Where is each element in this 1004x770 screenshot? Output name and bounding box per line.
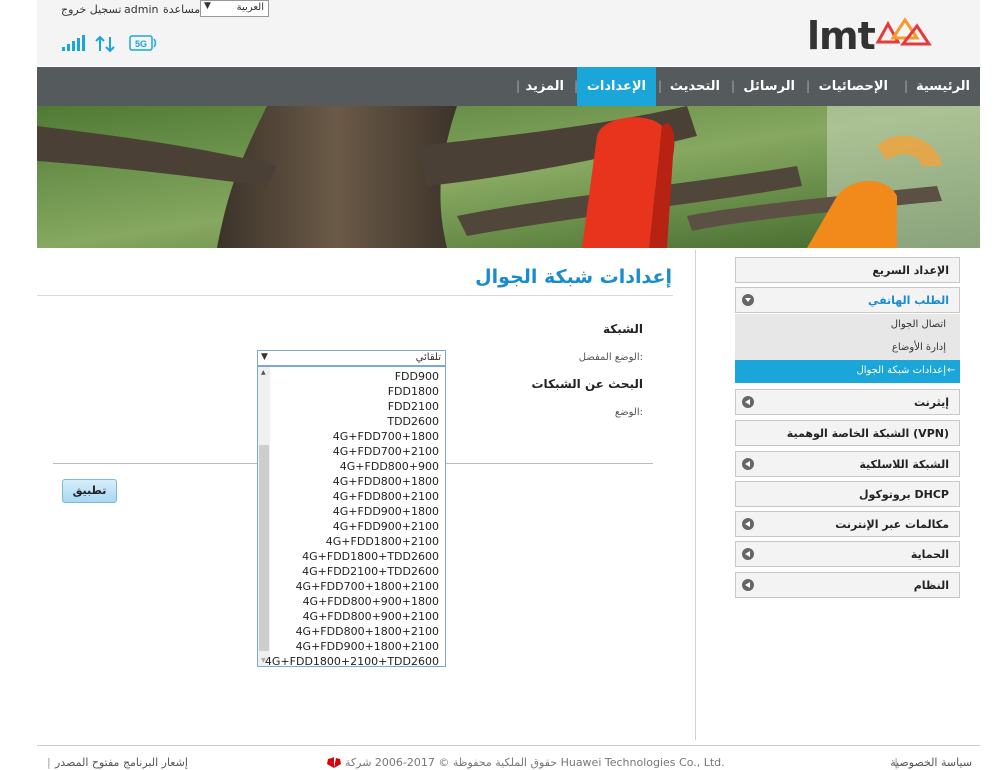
dropdown-option[interactable]: 4G+FDD900+1800+2100: [296, 639, 439, 654]
dropdown-option[interactable]: 4G+FDD1800+2100+TDD2600: [265, 654, 439, 666]
footer: سياسة الخصوصية | حقوق الملكية محفوظة © 2…: [37, 745, 980, 769]
dropdown-option[interactable]: 4G+FDD800+1800+2100: [296, 624, 439, 639]
divider: [37, 295, 673, 296]
apply-button[interactable]: تطبيق: [62, 479, 117, 503]
network-heading: الشبكة: [603, 322, 643, 336]
sidebar-item-label: الشبكة اللاسلكية: [859, 458, 949, 471]
network-5g-icon: 5G: [129, 35, 157, 51]
sidebar-subitem-mobile-network-settings[interactable]: إعدادات شبكة الجوال ←: [735, 360, 960, 383]
sidebar-item-dialup[interactable]: الطلب الهاتفي: [735, 287, 960, 313]
dropdown-option[interactable]: 4G+FDD900+1800: [333, 504, 439, 519]
dropdown-option[interactable]: 4G+FDD800+900: [340, 459, 439, 474]
dropdown-option[interactable]: 4G+FDD1800+TDD2600: [302, 549, 439, 564]
data-transfer-icon: [95, 35, 115, 53]
chevron-down-icon: ▼: [261, 352, 268, 362]
scroll-up-icon[interactable]: ▲: [261, 369, 266, 376]
search-mode-label: الوضع:: [614, 407, 643, 418]
sidebar-item-security[interactable]: الحماية: [735, 541, 960, 567]
nav-messages[interactable]: الرسائل: [733, 67, 805, 106]
preferred-mode-select[interactable]: ▼ تلقائي: [257, 350, 446, 366]
nav-home[interactable]: الرئيسية: [906, 67, 980, 106]
nav-update[interactable]: التحديث: [660, 67, 730, 106]
scrollbar[interactable]: ▲ ▼: [258, 367, 270, 666]
preferred-mode-label: الوضع المفضل:: [578, 352, 643, 363]
sidebar-item-label: الإعداد السريع: [872, 264, 949, 277]
dropdown-option[interactable]: FDD1800: [388, 384, 439, 399]
logo-mark-icon: [875, 17, 932, 46]
signal-strength-icon: [62, 35, 85, 51]
preferred-mode-options: ▲ ▼ FDD900 FDD1800 FDD2100 TDD2600 4G+FDD700…: [257, 366, 446, 667]
chevron-down-icon: ▼: [204, 1, 211, 11]
dropdown-option[interactable]: 4G+FDD800+900+2100: [303, 609, 439, 624]
dropdown-option[interactable]: 4G+FDD900+2100: [333, 519, 439, 534]
sidebar-item-label: إيثرنت: [913, 396, 949, 409]
arrow-right-icon: ←: [947, 365, 956, 376]
chevron-left-icon: [742, 518, 754, 530]
chevron-left-icon: [742, 579, 754, 591]
page-title: إعدادات شبكة الجوال: [475, 266, 672, 288]
language-value: العربية: [236, 2, 264, 13]
chevron-left-icon: [742, 548, 754, 560]
dropdown-option[interactable]: FDD2100: [388, 399, 439, 414]
sidebar-item-label: الحماية: [910, 548, 949, 561]
sidebar-item-dhcp[interactable]: بروتوكول DHCP: [735, 481, 960, 507]
sidebar-subitem-profile-management[interactable]: إدارة الأوضاع: [735, 337, 960, 360]
dropdown-option[interactable]: 4G+FDD800+1800: [333, 474, 439, 489]
sidebar-item-label: مكالمات عبر الإنترنت: [835, 518, 949, 531]
preferred-mode-value: تلقائي: [415, 352, 441, 363]
dropdown-option[interactable]: 4G+FDD800+900+1800: [303, 594, 439, 609]
open-source-link[interactable]: إشعار البرنامج مفتوح المصدر: [55, 756, 188, 769]
status-icons: 5G: [62, 35, 157, 53]
dropdown-option[interactable]: TDD2600: [387, 414, 439, 429]
dropdown-option[interactable]: 4G+FDD800+2100: [333, 489, 439, 504]
sidebar-item-label: الشبكة الخاصة الوهمية (VPN): [786, 427, 949, 440]
sidebar-item-label: بروتوكول DHCP: [859, 488, 949, 501]
banner-image: [37, 106, 980, 248]
dropdown-option[interactable]: 4G+FDD700+1800: [333, 429, 439, 444]
help-link[interactable]: مساعدة: [163, 3, 200, 16]
network-badge: 5G: [135, 39, 147, 49]
sidebar-item-voip[interactable]: مكالمات عبر الإنترنت: [735, 511, 960, 537]
dropdown-option[interactable]: 4G+FDD1800+2100: [326, 534, 439, 549]
scrollbar-thumb[interactable]: [259, 445, 269, 651]
lmt-logo: lmt: [805, 14, 935, 58]
dropdown-option[interactable]: 4G+FDD700+1800+2100: [296, 579, 439, 594]
sidebar-item-vpn[interactable]: الشبكة الخاصة الوهمية (VPN): [735, 420, 960, 446]
sidebar-item-system[interactable]: النظام: [735, 572, 960, 598]
nav-settings[interactable]: الإعدادات: [576, 67, 656, 106]
dropdown-option[interactable]: 4G+FDD2100+TDD2600: [302, 564, 439, 579]
username: admin: [124, 3, 159, 16]
chevron-left-icon: [742, 396, 754, 408]
nav-more[interactable]: المزيد: [515, 67, 574, 106]
sidebar-item-ethernet[interactable]: إيثرنت: [735, 389, 960, 415]
sidebar-item-quick-setup[interactable]: الإعداد السريع: [735, 257, 960, 283]
dropdown-option[interactable]: 4G+FDD700+2100: [333, 444, 439, 459]
chevron-left-icon: [742, 458, 754, 470]
network-search-heading: البحث عن الشبكات: [531, 377, 644, 391]
logout-link[interactable]: تسجيل خروج: [61, 3, 121, 16]
main-nav: الرئيسية | الإحصائيات | الرسائل | التحدي…: [37, 67, 980, 106]
copyright-text: حقوق الملكية محفوظة © 2017-2006 شركة Hua…: [345, 756, 725, 769]
nav-statistics[interactable]: الإحصائيات: [809, 67, 898, 106]
dropdown-option[interactable]: FDD900: [395, 369, 439, 384]
sidebar-item-label: الطلب الهاتفي: [867, 294, 949, 307]
sidebar-item-label: النظام: [913, 579, 949, 592]
chevron-down-icon: [742, 294, 754, 306]
privacy-link[interactable]: سياسة الخصوصية: [890, 756, 972, 769]
language-select[interactable]: ▼ العربية: [200, 0, 269, 17]
sidebar-subitem-mobile-connection[interactable]: اتصال الجوال: [735, 314, 960, 337]
sidebar-item-wlan[interactable]: الشبكة اللاسلكية: [735, 451, 960, 477]
divider: [695, 250, 696, 740]
